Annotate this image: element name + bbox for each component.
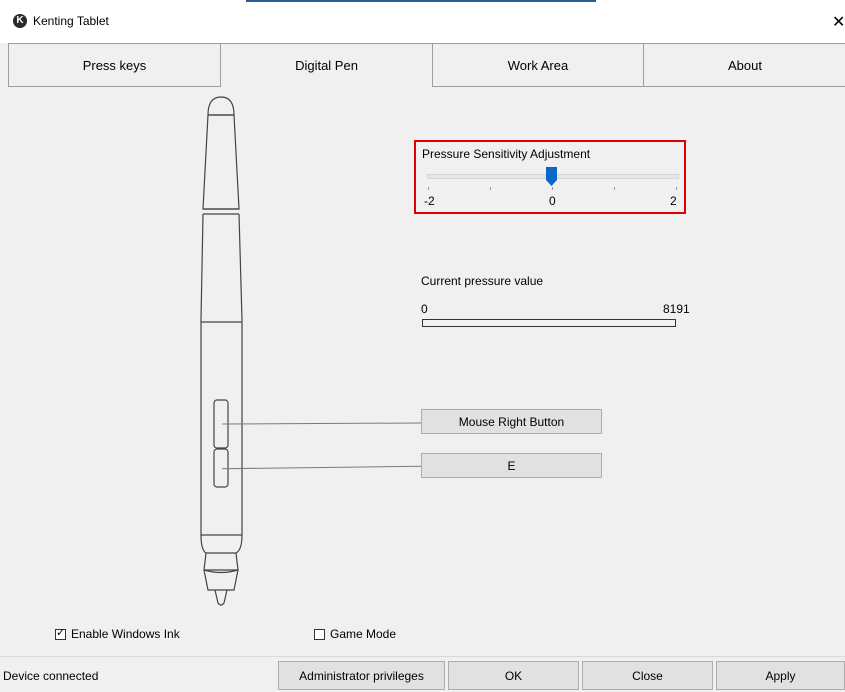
window-close-icon[interactable]: ✕ [832, 15, 845, 31]
checkbox-box[interactable]: ✓ [55, 626, 66, 640]
enable-windows-ink-checkbox[interactable]: ✓ Enable Windows Ink [55, 627, 180, 641]
slider-tick [552, 187, 553, 190]
slider-tick [614, 187, 615, 190]
tab-panel-border-left [8, 86, 220, 87]
checkmark-icon: ✓ [56, 626, 66, 639]
tab-digital-pen[interactable]: Digital Pen [220, 43, 433, 87]
slider-tick [490, 187, 491, 190]
digital-pen-illustration [200, 96, 243, 606]
current-pressure-bar [422, 319, 676, 327]
administrator-privileges-button[interactable]: Administrator privileges [278, 661, 445, 690]
current-pressure-label: Current pressure value [421, 274, 544, 288]
game-mode-checkbox[interactable]: Game Mode [314, 627, 396, 641]
pen-upper-button-connector [221, 422, 422, 425]
tab-about[interactable]: About [643, 43, 845, 87]
slider-tick [676, 187, 677, 190]
window-title: Kenting Tablet [33, 14, 109, 28]
pen-upper-button-assignment[interactable]: Mouse Right Button [421, 409, 602, 434]
checkbox-box[interactable] [314, 628, 325, 640]
pressure-sensitivity-slider-thumb[interactable] [546, 167, 557, 186]
slider-mid-label: 0 [549, 194, 556, 208]
slider-min-label: -2 [424, 194, 435, 208]
app-logo-icon: K [13, 14, 27, 28]
status-text: Device connected [3, 669, 99, 683]
title-bar [0, 0, 845, 43]
enable-windows-ink-label: Enable Windows Ink [71, 627, 180, 641]
close-button[interactable]: Close [582, 661, 713, 690]
game-mode-label: Game Mode [330, 627, 397, 641]
ok-button[interactable]: OK [448, 661, 579, 690]
pen-lower-button-assignment[interactable]: E [421, 453, 602, 478]
slider-tick [428, 187, 429, 190]
window-accent-line [246, 0, 596, 2]
apply-button[interactable]: Apply [716, 661, 845, 690]
tab-panel-border-right [433, 86, 845, 87]
tab-work-area[interactable]: Work Area [432, 43, 644, 87]
current-pressure-min: 0 [421, 302, 428, 316]
slider-max-label: 2 [670, 194, 677, 208]
current-pressure-max: 8191 [663, 302, 690, 316]
tab-press-keys[interactable]: Press keys [8, 43, 221, 87]
pressure-sensitivity-label: Pressure Sensitivity Adjustment [422, 147, 591, 161]
